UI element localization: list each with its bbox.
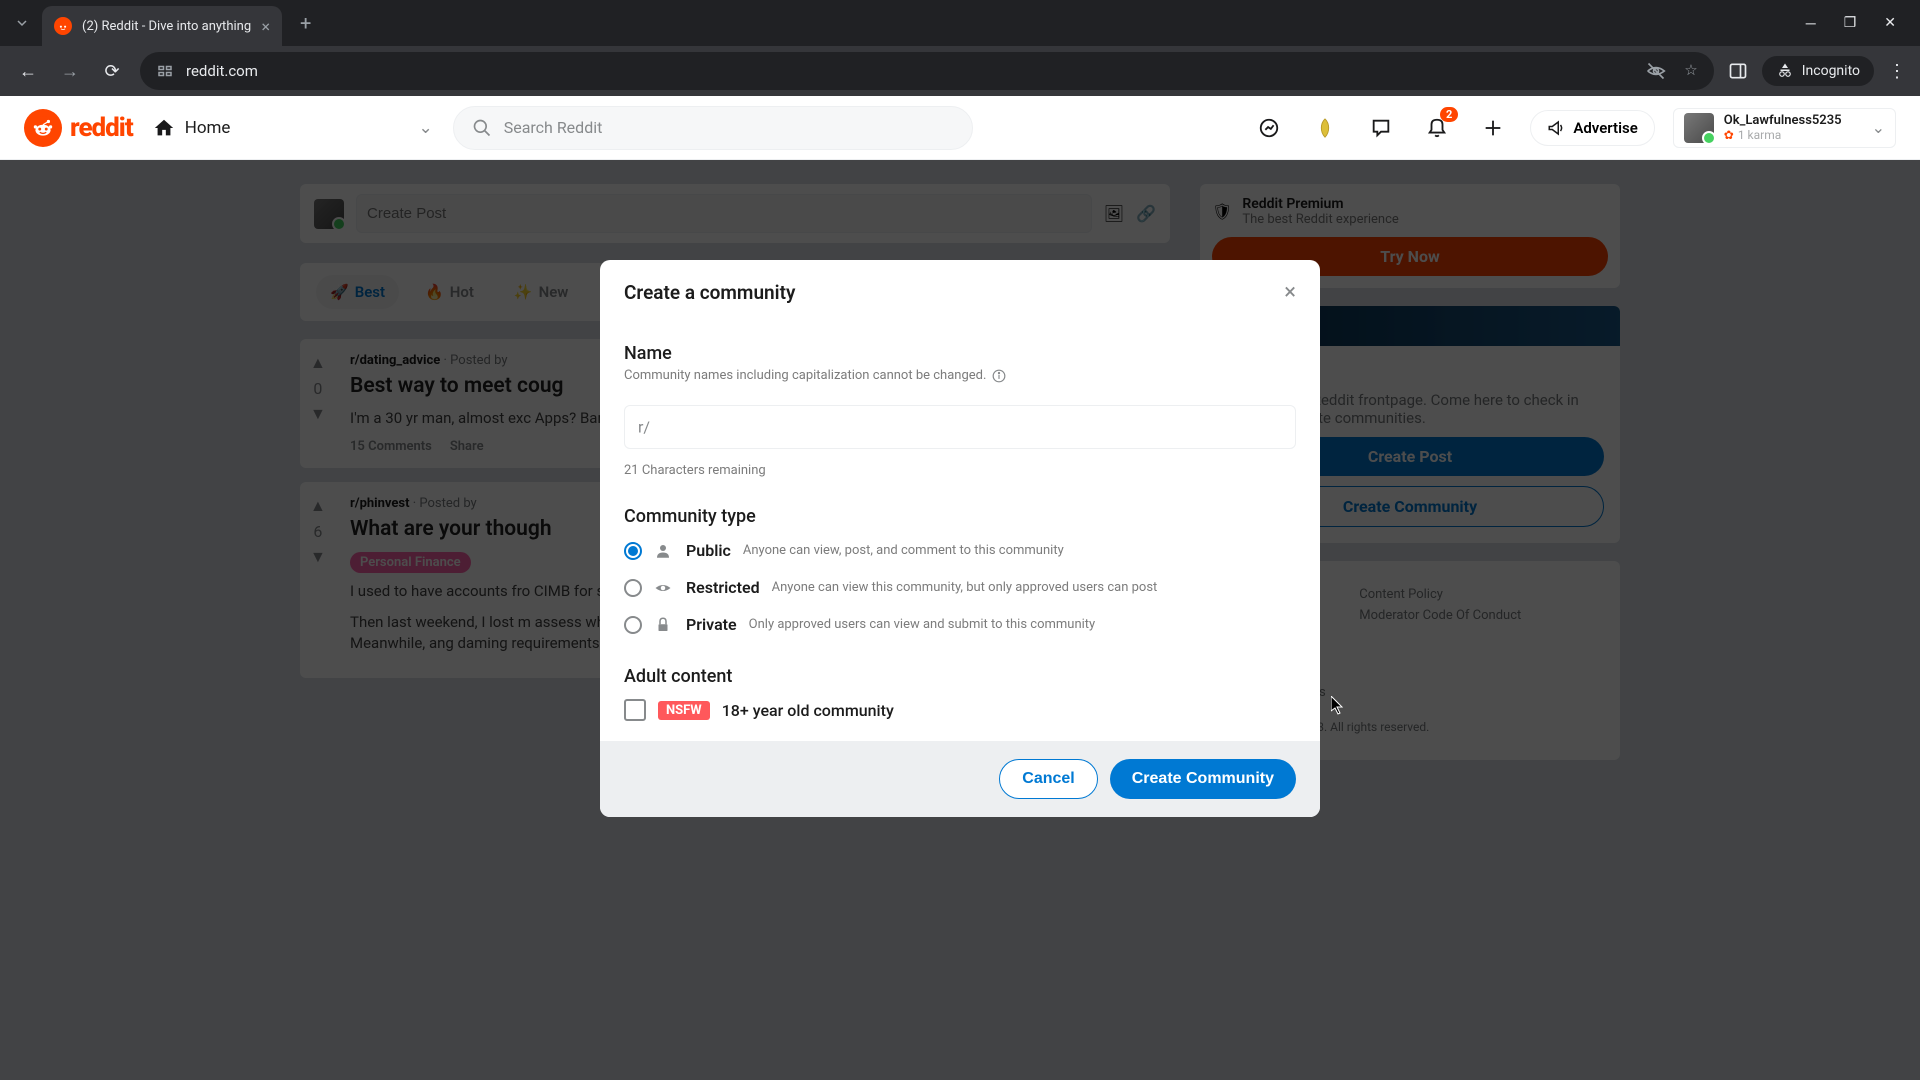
close-window-button[interactable]: ✕	[1884, 15, 1896, 32]
home-selector[interactable]: Home ⌄	[153, 117, 433, 139]
notification-count: 2	[1440, 107, 1458, 122]
close-icon[interactable]: ×	[1284, 280, 1296, 305]
browser-chrome: (2) Reddit - Dive into anything × + ─ ❐ …	[0, 0, 1920, 96]
create-community-submit-button[interactable]: Create Community	[1110, 759, 1296, 799]
person-icon	[654, 542, 674, 560]
adult-desc: 18+ year old community	[722, 701, 894, 720]
window-controls: ─ ❐ ✕	[1806, 15, 1910, 32]
type-option-private[interactable]: Private Only approved users can view and…	[624, 615, 1296, 634]
tab-strip: (2) Reddit - Dive into anything × + ─ ❐ …	[0, 0, 1920, 46]
reddit-favicon	[54, 17, 72, 35]
radio-public[interactable]	[624, 542, 642, 560]
url-text: reddit.com	[186, 62, 258, 80]
side-panel-icon[interactable]	[1728, 61, 1748, 81]
adult-field-label: Adult content	[624, 666, 1296, 687]
reddit-header: reddit Home ⌄ Search Reddit	[0, 96, 1920, 160]
user-karma: 1 karma	[1738, 128, 1781, 142]
type-label-public: Public	[686, 541, 731, 560]
name-field-label: Name	[624, 343, 1296, 364]
reddit-wordmark: reddit	[70, 113, 133, 143]
coins-icon[interactable]	[1306, 109, 1344, 147]
name-prefix: r/	[638, 418, 650, 437]
user-menu[interactable]: Ok_Lawfulness5235 ✿1 karma ⌄	[1673, 108, 1896, 148]
info-icon[interactable]	[992, 369, 1006, 383]
type-label-restricted: Restricted	[686, 578, 760, 597]
browser-menu-icon[interactable]: ⋮	[1888, 61, 1906, 82]
user-avatar	[1684, 113, 1714, 143]
modal-title: Create a community	[624, 281, 795, 304]
bookmark-star-icon[interactable]: ☆	[1684, 61, 1697, 81]
tab-search-dropdown[interactable]	[10, 11, 34, 35]
radio-restricted[interactable]	[624, 579, 642, 597]
home-icon	[153, 117, 175, 139]
advertise-button[interactable]: Advertise	[1530, 110, 1654, 146]
search-placeholder: Search Reddit	[504, 118, 603, 137]
community-name-input[interactable]	[624, 405, 1296, 449]
modal-overlay[interactable]: Create a community × Name Community name…	[0, 160, 1920, 1080]
tab-close-icon[interactable]: ×	[261, 17, 270, 36]
type-label-private: Private	[686, 615, 737, 634]
eye-icon	[654, 579, 674, 597]
browser-toolbar: ← → ⟳ reddit.com ☆ Incognito ⋮	[0, 46, 1920, 96]
browser-tab[interactable]: (2) Reddit - Dive into anything ×	[42, 6, 282, 46]
name-field-help: Community names including capitalization…	[624, 368, 986, 383]
forward-button[interactable]: →	[56, 61, 84, 82]
notifications-icon[interactable]: 2	[1418, 109, 1456, 147]
incognito-label: Incognito	[1802, 63, 1860, 79]
type-field-label: Community type	[624, 506, 1296, 527]
megaphone-icon	[1547, 119, 1565, 137]
reddit-logo-icon	[24, 109, 62, 147]
incognito-badge[interactable]: Incognito	[1762, 56, 1874, 86]
type-desc-private: Only approved users can view and submit …	[749, 617, 1096, 632]
back-button[interactable]: ←	[14, 61, 42, 82]
create-post-icon[interactable]	[1474, 109, 1512, 147]
chevron-down-icon: ⌄	[418, 118, 432, 138]
url-bar[interactable]: reddit.com ☆	[140, 52, 1714, 90]
nsfw-badge: NSFW	[658, 701, 710, 720]
lock-icon	[654, 616, 674, 634]
reddit-app: reddit Home ⌄ Search Reddit	[0, 96, 1920, 1080]
search-bar[interactable]: Search Reddit	[453, 106, 973, 150]
type-option-public[interactable]: Public Anyone can view, post, and commen…	[624, 541, 1296, 560]
chat-icon[interactable]	[1362, 109, 1400, 147]
cancel-button[interactable]: Cancel	[999, 759, 1097, 799]
type-option-restricted[interactable]: Restricted Anyone can view this communit…	[624, 578, 1296, 597]
create-community-modal: Create a community × Name Community name…	[600, 260, 1320, 817]
character-count: 21 Characters remaining	[624, 463, 1296, 478]
new-tab-button[interactable]: +	[290, 5, 321, 41]
reload-button[interactable]: ⟳	[98, 61, 126, 82]
popular-icon[interactable]	[1250, 109, 1288, 147]
maximize-button[interactable]: ❐	[1844, 15, 1857, 32]
advertise-label: Advertise	[1573, 119, 1637, 137]
search-icon	[472, 118, 492, 138]
site-settings-icon[interactable]	[156, 62, 174, 80]
minimize-button[interactable]: ─	[1806, 15, 1816, 32]
chevron-down-icon: ⌄	[1872, 118, 1885, 137]
incognito-eye-icon[interactable]	[1646, 61, 1666, 81]
type-desc-public: Anyone can view, post, and comment to th…	[743, 543, 1064, 558]
reddit-logo[interactable]: reddit	[24, 109, 133, 147]
tab-title: (2) Reddit - Dive into anything	[82, 19, 251, 34]
nsfw-checkbox[interactable]	[624, 699, 646, 721]
user-name: Ok_Lawfulness5235	[1724, 113, 1842, 128]
home-label: Home	[185, 118, 231, 138]
radio-private[interactable]	[624, 616, 642, 634]
type-desc-restricted: Anyone can view this community, but only…	[772, 580, 1158, 595]
